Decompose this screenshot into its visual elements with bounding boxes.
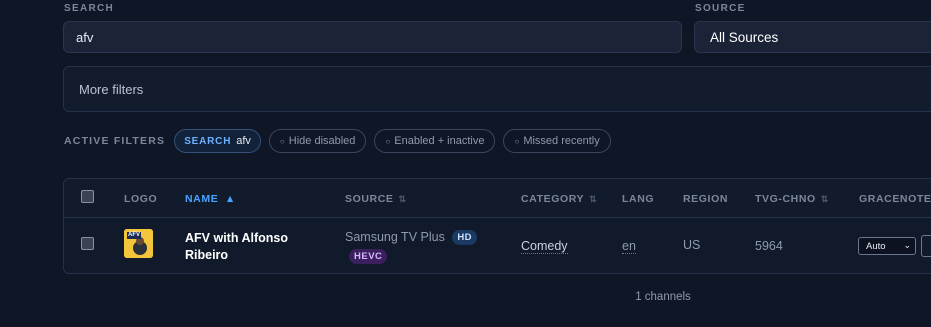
select-all-checkbox[interactable] <box>81 190 94 203</box>
channel-logo: AFV <box>124 229 153 258</box>
sort-icon: ⇅ <box>820 194 829 204</box>
header-region: REGION <box>683 193 729 205</box>
header-tvg-chno-label: TVG-CHNO <box>755 193 816 205</box>
header-name-label: NAME <box>185 193 219 205</box>
channel-lang[interactable]: en <box>622 239 636 254</box>
search-label: SEARCH <box>64 3 115 14</box>
search-input[interactable]: afv <box>63 21 682 53</box>
chip-key: SEARCH <box>184 135 232 147</box>
logo-text: AFV <box>128 232 140 238</box>
header-tvg-chno[interactable]: TVG-CHNO ⇅ <box>755 193 829 205</box>
more-filters-label: More filters <box>79 81 144 97</box>
channel-region: US <box>683 238 701 252</box>
channel-codec: HEVC <box>349 249 388 265</box>
channel-source: Samsung TV Plus HD <box>345 230 478 246</box>
circle-icon: ○ <box>385 136 391 146</box>
channel-name: AFV with Alfonso Ribeiro <box>185 231 288 262</box>
chip-label: Missed recently <box>523 135 600 147</box>
circle-icon: ○ <box>279 136 285 146</box>
sort-asc-icon: ▲ <box>224 193 236 205</box>
header-category-label: CATEGORY <box>521 193 585 205</box>
header-source-label: SOURCE <box>345 193 394 205</box>
chevron-down-icon: ⌄ <box>903 240 911 250</box>
gracenote-id-input[interactable] <box>921 235 931 257</box>
more-filters-toggle[interactable]: More filters <box>63 66 931 112</box>
chip-value: afv <box>236 135 251 147</box>
hevc-badge: HEVC <box>349 249 388 265</box>
header-name[interactable]: NAME ▲ <box>185 193 236 205</box>
table-header: LOGO NAME ▲ SOURCE ⇅ CATEGORY ⇅ LANG REGIO… <box>64 179 931 218</box>
hd-badge: HD <box>452 230 478 246</box>
search-filter-chip[interactable]: SEARCH afv <box>174 129 261 153</box>
source-text: Samsung TV Plus <box>345 230 445 244</box>
gracenote-mode-value: Auto <box>866 240 886 252</box>
channel-count: 1 channels <box>635 291 691 303</box>
header-logo: LOGO <box>124 193 158 205</box>
active-filters-label: ACTIVE FILTERS <box>64 135 166 147</box>
header-source[interactable]: SOURCE ⇅ <box>345 193 407 205</box>
header-lang: LANG <box>622 193 655 205</box>
source-label: SOURCE <box>695 3 746 14</box>
gracenote-mode-select[interactable]: Auto ⌄ <box>858 237 916 255</box>
missed-recently-chip[interactable]: ○ Missed recently <box>503 129 611 153</box>
chip-label: Enabled + inactive <box>394 135 485 147</box>
chip-label: Hide disabled <box>288 135 356 147</box>
lang-value: en <box>622 239 636 254</box>
source-select[interactable]: All Sources <box>694 21 931 53</box>
header-gracenote: GRACENOTE I <box>859 193 931 205</box>
hide-disabled-chip[interactable]: ○ Hide disabled <box>268 129 367 153</box>
circle-icon: ○ <box>514 136 520 146</box>
category-value: Comedy <box>521 239 568 254</box>
sort-icon: ⇅ <box>589 194 598 204</box>
channel-category[interactable]: Comedy <box>521 239 568 254</box>
header-category[interactable]: CATEGORY ⇅ <box>521 193 597 205</box>
channel-tvg-chno: 5964 <box>755 239 783 253</box>
sort-icon: ⇅ <box>398 194 407 204</box>
row-checkbox[interactable] <box>81 237 94 250</box>
enabled-inactive-chip[interactable]: ○ Enabled + inactive <box>374 129 496 153</box>
active-filters-bar: ACTIVE FILTERS SEARCH afv ○ Hide disable… <box>64 128 619 154</box>
channels-table: LOGO NAME ▲ SOURCE ⇅ CATEGORY ⇅ LANG REGIO… <box>63 178 931 274</box>
